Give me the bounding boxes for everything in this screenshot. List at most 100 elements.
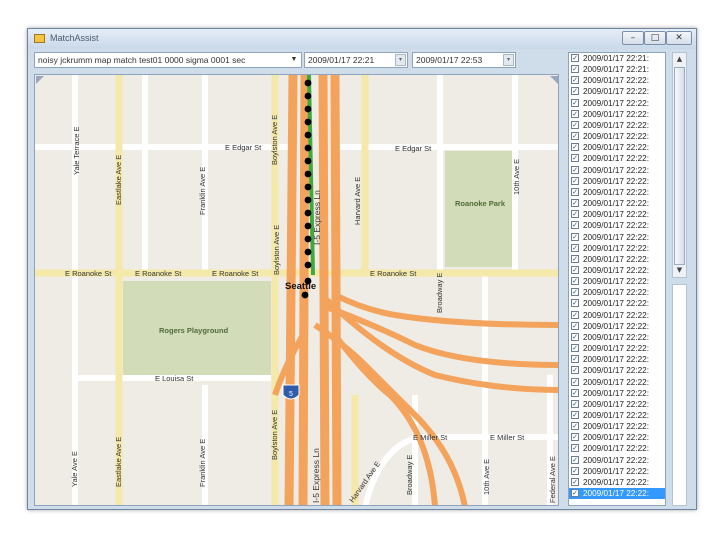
- minimize-button[interactable]: –: [622, 31, 644, 45]
- checkbox[interactable]: ✓: [571, 187, 579, 196]
- list-item[interactable]: ✓ 2009/01/17 22:22:: [569, 388, 665, 399]
- gps-point[interactable]: [304, 183, 312, 191]
- gps-point[interactable]: [304, 248, 312, 256]
- checkbox[interactable]: ✓: [571, 377, 579, 386]
- list-item[interactable]: ✓ 2009/01/17 22:22:: [569, 187, 665, 198]
- list-scrollbar[interactable]: ▲ ▼: [672, 52, 687, 278]
- checkbox[interactable]: ✓: [571, 433, 579, 442]
- list-item[interactable]: ✓ 2009/01/17 22:22:: [569, 477, 665, 488]
- checkbox[interactable]: ✓: [571, 254, 579, 263]
- gps-point[interactable]: [304, 79, 312, 87]
- list-item[interactable]: ✓ 2009/01/17 22:22:: [569, 198, 665, 209]
- checkbox[interactable]: ✓: [571, 310, 579, 319]
- trace-select-dropdown[interactable]: noisy jckrumm map match test01 0000 sigm…: [34, 52, 302, 68]
- gps-point[interactable]: [304, 209, 312, 217]
- list-item[interactable]: ✓ 2009/01/17 22:22:: [569, 287, 665, 298]
- gps-point[interactable]: [304, 92, 312, 100]
- checkbox[interactable]: ✓: [571, 399, 579, 408]
- list-item[interactable]: ✓ 2009/01/17 22:22:: [569, 466, 665, 477]
- checkbox[interactable]: ✓: [571, 332, 579, 341]
- list-item[interactable]: ✓ 2009/01/17 22:22:: [569, 120, 665, 131]
- checkbox[interactable]: ✓: [571, 154, 579, 163]
- list-item[interactable]: ✓ 2009/01/17 22:22:: [569, 455, 665, 466]
- title-bar[interactable]: MatchAssist – □ ✕: [28, 29, 696, 49]
- list-item[interactable]: ✓ 2009/01/17 22:22:: [569, 443, 665, 454]
- list-item[interactable]: ✓ 2009/01/17 22:22:: [569, 421, 665, 432]
- list-item[interactable]: ✓ 2009/01/17 22:22:: [569, 209, 665, 220]
- checkbox[interactable]: ✓: [571, 321, 579, 330]
- checkbox[interactable]: ✓: [571, 277, 579, 286]
- checkbox[interactable]: ✓: [571, 87, 579, 96]
- checkbox[interactable]: ✓: [571, 388, 579, 397]
- list-item[interactable]: ✓ 2009/01/17 22:22:: [569, 354, 665, 365]
- list-item[interactable]: ✓ 2009/01/17 22:22:: [569, 310, 665, 321]
- list-item[interactable]: ✓ 2009/01/17 22:22:: [569, 243, 665, 254]
- checkbox[interactable]: ✓: [571, 243, 579, 252]
- checkbox[interactable]: ✓: [571, 455, 579, 464]
- checkbox[interactable]: ✓: [571, 288, 579, 297]
- checkbox[interactable]: ✓: [571, 132, 579, 141]
- list-item[interactable]: ✓ 2009/01/17 22:21:: [569, 64, 665, 75]
- gps-point[interactable]: [304, 157, 312, 165]
- checkbox[interactable]: ✓: [571, 466, 579, 475]
- gps-point[interactable]: [304, 131, 312, 139]
- gps-point[interactable]: [304, 261, 312, 269]
- list-item[interactable]: ✓ 2009/01/17 22:21:: [569, 53, 665, 64]
- checkbox[interactable]: ✓: [571, 355, 579, 364]
- gps-point[interactable]: [304, 105, 312, 113]
- list-item[interactable]: ✓ 2009/01/17 22:22:: [569, 98, 665, 109]
- checkbox[interactable]: ✓: [571, 299, 579, 308]
- list-item[interactable]: ✓ 2009/01/17 22:22:: [569, 109, 665, 120]
- checkbox[interactable]: ✓: [571, 120, 579, 129]
- map-canvas[interactable]: 5 Yale Terrace E Eastlake Ave E Franklin…: [35, 75, 559, 506]
- checkbox[interactable]: ✓: [571, 65, 579, 74]
- scroll-up-arrow-icon[interactable]: ▲: [673, 53, 686, 66]
- gps-point[interactable]: [301, 291, 309, 299]
- list-item[interactable]: ✓ 2009/01/17 22:22:: [569, 365, 665, 376]
- list-item[interactable]: ✓ 2009/01/17 22:22:: [569, 399, 665, 410]
- list-item[interactable]: ✓ 2009/01/17 22:22:: [569, 153, 665, 164]
- checkbox[interactable]: ✓: [571, 411, 579, 419]
- list-item[interactable]: ✓ 2009/01/17 22:22:: [569, 220, 665, 231]
- maximize-button[interactable]: □: [644, 31, 666, 45]
- list-item[interactable]: ✓ 2009/01/17 22:22:: [569, 176, 665, 187]
- gps-point[interactable]: [304, 144, 312, 152]
- checkbox[interactable]: ✓: [571, 54, 579, 62]
- checkbox[interactable]: ✓: [571, 221, 579, 230]
- checkbox[interactable]: ✓: [571, 199, 579, 208]
- chevron-down-icon[interactable]: ▼: [287, 53, 301, 67]
- gps-point[interactable]: [304, 118, 312, 126]
- checkbox[interactable]: ✓: [571, 477, 579, 486]
- checkbox[interactable]: ✓: [571, 109, 579, 118]
- gps-point[interactable]: [304, 170, 312, 178]
- list-item[interactable]: ✓ 2009/01/17 22:22:: [569, 265, 665, 276]
- checkbox[interactable]: ✓: [571, 98, 579, 107]
- list-item[interactable]: ✓ 2009/01/17 22:22:: [569, 488, 665, 500]
- list-item[interactable]: ✓ 2009/01/17 22:22:: [569, 410, 665, 421]
- calendar-dropdown-icon[interactable]: ▾: [503, 54, 514, 66]
- list-item[interactable]: ✓ 2009/01/17 22:22:: [569, 343, 665, 354]
- scroll-down-arrow-icon[interactable]: ▼: [673, 264, 686, 277]
- checkbox[interactable]: ✓: [571, 344, 579, 353]
- gps-point[interactable]: [304, 196, 312, 204]
- list-item[interactable]: ✓ 2009/01/17 22:22:: [569, 276, 665, 287]
- list-item[interactable]: ✓ 2009/01/17 22:22:: [569, 165, 665, 176]
- list-item[interactable]: ✓ 2009/01/17 22:22:: [569, 298, 665, 309]
- end-time-picker[interactable]: 2009/01/17 22:53 ▾: [412, 52, 516, 68]
- list-item[interactable]: ✓ 2009/01/17 22:22:: [569, 86, 665, 97]
- list-item[interactable]: ✓ 2009/01/17 22:22:: [569, 232, 665, 243]
- checkbox[interactable]: ✓: [571, 489, 579, 498]
- checkbox[interactable]: ✓: [571, 210, 579, 219]
- gps-point[interactable]: [304, 235, 312, 243]
- checkbox[interactable]: ✓: [571, 165, 579, 174]
- scroll-thumb[interactable]: [674, 67, 685, 265]
- calendar-dropdown-icon[interactable]: ▾: [395, 54, 406, 66]
- checkbox[interactable]: ✓: [571, 422, 579, 431]
- checkbox[interactable]: ✓: [571, 444, 579, 453]
- list-item[interactable]: ✓ 2009/01/17 22:22:: [569, 332, 665, 343]
- list-item[interactable]: ✓ 2009/01/17 22:22:: [569, 131, 665, 142]
- close-button[interactable]: ✕: [666, 31, 692, 45]
- start-time-picker[interactable]: 2009/01/17 22:21 ▾: [304, 52, 408, 68]
- list-item[interactable]: ✓ 2009/01/17 22:22:: [569, 432, 665, 443]
- checkbox[interactable]: ✓: [571, 143, 579, 152]
